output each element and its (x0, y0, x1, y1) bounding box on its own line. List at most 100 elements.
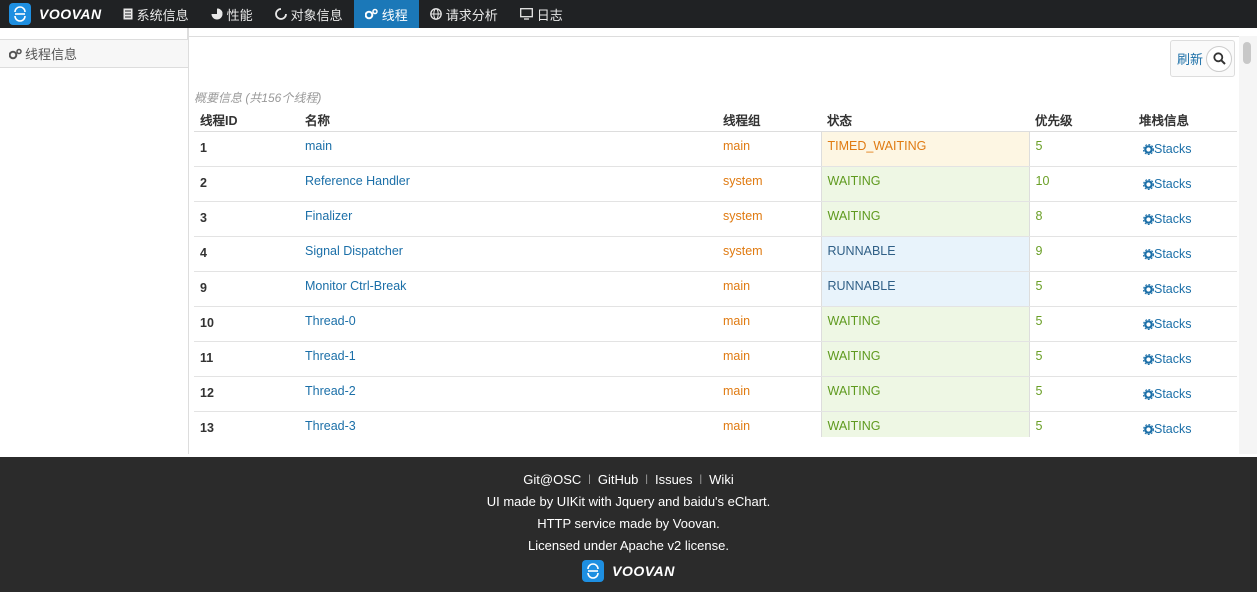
cell-state: WAITING (820, 376, 1030, 412)
nav-item-performance[interactable]: 性能 (200, 0, 264, 28)
cell-stack: Stacks (1133, 411, 1237, 437)
cell-state: WAITING (820, 306, 1030, 342)
cell-id: 10 (194, 306, 299, 342)
cell-group: main (717, 271, 821, 307)
col-header-priority: 优先级 (1029, 108, 1133, 132)
nav-item-logs[interactable]: 日志 (509, 0, 574, 28)
cell-group: system (717, 166, 821, 202)
col-header-name: 名称 (299, 108, 717, 132)
footer-link-github[interactable]: GitHub (598, 472, 638, 487)
nav-item-request-analysis[interactable]: 请求分析 (419, 0, 509, 28)
cell-name: Reference Handler (299, 166, 717, 202)
cell-name: main (299, 131, 717, 167)
gear-icon (1143, 283, 1154, 295)
gear-icon (1143, 213, 1154, 225)
stacks-link[interactable]: Stacks (1139, 387, 1192, 401)
cell-stack: Stacks (1133, 201, 1237, 237)
table-row: 4 Signal Dispatcher system RUNNABLE 9 St… (194, 236, 1237, 272)
cell-priority: 10 (1029, 166, 1133, 202)
nav-label: 请求分析 (445, 7, 498, 23)
stacks-link[interactable]: Stacks (1139, 212, 1192, 226)
gear-icon (1143, 353, 1154, 365)
cell-group: main (717, 411, 821, 437)
brand-name: VOOVAN (39, 6, 102, 22)
stacks-link[interactable]: Stacks (1139, 352, 1192, 366)
sidebar-item-thread-info[interactable]: 线程信息 (0, 40, 188, 68)
stacks-link[interactable]: Stacks (1139, 142, 1192, 156)
stacks-label: Stacks (1154, 317, 1192, 331)
cell-id: 3 (194, 201, 299, 237)
footer-link-gitosc[interactable]: Git@OSC (523, 472, 581, 487)
circle-notch-icon (274, 8, 287, 20)
vertical-scrollbar[interactable] (1239, 36, 1257, 454)
cell-group: main (717, 341, 821, 377)
cell-group: system (717, 236, 821, 272)
cell-stack: Stacks (1133, 131, 1237, 167)
cell-state: WAITING (820, 341, 1030, 377)
stacks-link[interactable]: Stacks (1139, 247, 1192, 261)
top-navbar: VOOVAN 系统信息 性能 对象信息 线程 请求分析 日志 (0, 0, 1257, 28)
separator: | (588, 474, 591, 485)
cell-state: RUNNABLE (820, 236, 1030, 272)
cell-stack: Stacks (1133, 341, 1237, 377)
stacks-label: Stacks (1154, 142, 1192, 156)
scrollbar-thumb[interactable] (1243, 42, 1251, 64)
cell-stack: Stacks (1133, 271, 1237, 307)
search-icon (1206, 45, 1233, 72)
gear-icon (1143, 248, 1154, 260)
cell-name: Signal Dispatcher (299, 236, 717, 272)
cell-id: 12 (194, 376, 299, 412)
footer-link-issues[interactable]: Issues (655, 472, 693, 487)
table-row: 3 Finalizer system WAITING 8 Stacks (194, 201, 1237, 237)
cell-id: 11 (194, 341, 299, 377)
table-row: 2 Reference Handler system WAITING 10 St… (194, 166, 1237, 202)
monitor-icon (519, 8, 533, 20)
table-row: 1 main main TIMED_WAITING 5 Stacks (194, 131, 1237, 167)
cell-state: WAITING (820, 201, 1030, 237)
main-panel: 刷新 概要信息 (共156个线程) 线程ID 名称 线程组 状态 优先级 堆栈信… (189, 28, 1257, 454)
gears-icon (364, 8, 378, 20)
stacks-link[interactable]: Stacks (1139, 317, 1192, 331)
col-header-stack: 堆栈信息 (1133, 108, 1237, 132)
stacks-label: Stacks (1154, 352, 1192, 366)
nav-label: 日志 (536, 7, 563, 23)
refresh-button[interactable]: 刷新 (1170, 40, 1235, 77)
brand[interactable]: VOOVAN (0, 0, 112, 28)
pie-icon (211, 8, 223, 20)
cell-name: Thread-0 (299, 306, 717, 342)
stacks-link[interactable]: Stacks (1139, 177, 1192, 191)
sidebar-spacer (0, 28, 188, 40)
cell-stack: Stacks (1133, 166, 1237, 202)
stacks-label: Stacks (1154, 387, 1192, 401)
cell-name: Finalizer (299, 201, 717, 237)
cell-state: TIMED_WAITING (820, 131, 1030, 167)
stacks-label: Stacks (1154, 422, 1192, 436)
sidebar-item-label: 线程信息 (25, 47, 78, 62)
nav-item-threads[interactable]: 线程 (353, 0, 419, 28)
stacks-link[interactable]: Stacks (1139, 422, 1192, 436)
cell-group: main (717, 376, 821, 412)
nav-label: 系统信息 (136, 7, 189, 23)
cell-priority: 5 (1029, 306, 1133, 342)
divider (189, 36, 1239, 37)
cell-id: 4 (194, 236, 299, 272)
sidebar: 线程信息 (0, 28, 189, 454)
cell-name: Thread-2 (299, 376, 717, 412)
document-icon (123, 8, 133, 20)
stacks-link[interactable]: Stacks (1139, 282, 1192, 296)
separator: | (645, 474, 648, 485)
thread-table: 线程ID 名称 线程组 状态 优先级 堆栈信息 1 main main TIME… (194, 108, 1237, 437)
table-caption: 概要信息 (共156个线程) (194, 91, 322, 105)
footer-link-wiki[interactable]: Wiki (709, 472, 734, 487)
footer-brand-name: VOOVAN (612, 563, 675, 579)
gear-icon (1143, 178, 1154, 190)
nav-item-object-info[interactable]: 对象信息 (264, 0, 354, 28)
nav-item-system-info[interactable]: 系统信息 (112, 0, 200, 28)
cell-id: 1 (194, 131, 299, 167)
table-row: 11 Thread-1 main WAITING 5 Stacks (194, 341, 1237, 377)
nav-label: 对象信息 (290, 7, 343, 23)
cell-priority: 5 (1029, 411, 1133, 437)
table-row: 9 Monitor Ctrl-Break main RUNNABLE 5 Sta… (194, 271, 1237, 307)
cell-stack: Stacks (1133, 236, 1237, 272)
footer-brand: VOOVAN (0, 560, 1257, 582)
